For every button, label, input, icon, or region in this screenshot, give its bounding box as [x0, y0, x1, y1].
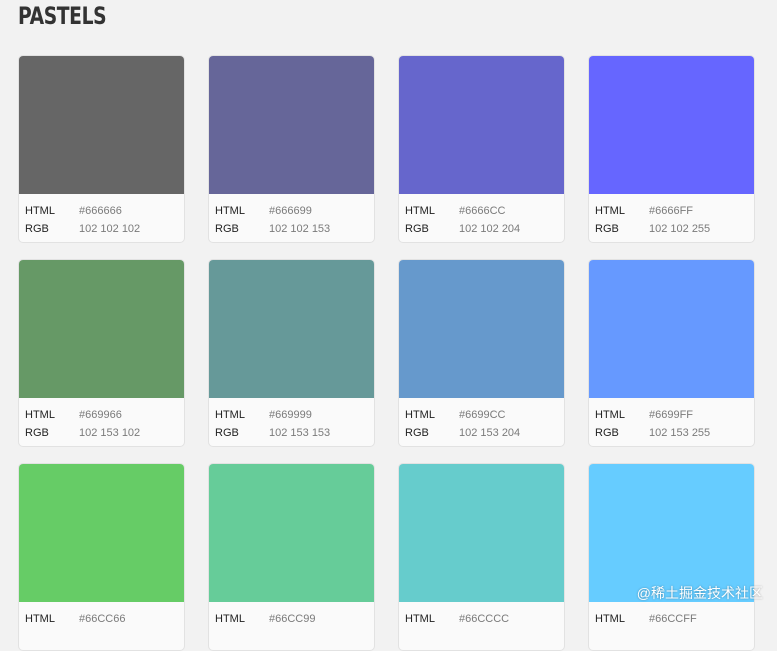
hex-value: #669999 [269, 409, 312, 421]
color-card[interactable]: HTML #66CCCC [398, 463, 565, 651]
swatch-grid: HTML #666666 RGB 102 102 102 HTML #666699 R… [18, 55, 758, 651]
rgb-value: 102 153 153 [269, 427, 331, 439]
color-info: HTML #66CC66 [19, 602, 184, 628]
rgb-label: RGB [595, 223, 619, 235]
hex-value: #66CCFF [649, 613, 697, 625]
color-card[interactable]: HTML #6699CC RGB 102 153 204 [398, 259, 565, 447]
color-swatch[interactable] [399, 56, 564, 194]
html-label: HTML [215, 205, 245, 217]
color-card[interactable]: HTML #66CC66 [18, 463, 185, 651]
hex-value: #66CCCC [459, 613, 510, 625]
color-info: HTML #6699FF RGB 102 153 255 [589, 398, 754, 442]
html-label: HTML [25, 409, 55, 421]
hex-value: #6699CC [459, 409, 506, 421]
rgb-label: RGB [405, 427, 429, 439]
color-card[interactable]: HTML #669966 RGB 102 153 102 [18, 259, 185, 447]
color-swatch[interactable] [399, 464, 564, 602]
rgb-label: RGB [405, 223, 429, 235]
watermark: @稀土掘金技术社区 [636, 585, 763, 601]
color-card[interactable]: HTML #6666CC RGB 102 102 204 [398, 55, 565, 243]
color-info: HTML #66CCCC [399, 602, 564, 628]
rgb-label: RGB [25, 427, 49, 439]
color-info: HTML #666666 RGB 102 102 102 [19, 194, 184, 238]
hex-value: #666666 [79, 205, 122, 217]
hex-value: #6666FF [649, 205, 694, 217]
color-swatch[interactable] [209, 56, 374, 194]
hex-value: #6666CC [459, 205, 506, 217]
rgb-value: 102 153 102 [79, 427, 141, 439]
html-label: HTML [25, 613, 55, 625]
hex-value: #666699 [269, 205, 312, 217]
color-info: HTML #666699 RGB 102 102 153 [209, 194, 374, 238]
rgb-value: 102 153 255 [649, 427, 711, 439]
hex-value: #66CC99 [269, 613, 316, 625]
color-swatch[interactable] [589, 464, 754, 602]
color-info: HTML #6666CC RGB 102 102 204 [399, 194, 564, 238]
html-label: HTML [215, 613, 245, 625]
color-swatch[interactable] [589, 56, 754, 194]
color-swatch[interactable] [19, 464, 184, 602]
html-label: HTML [595, 613, 625, 625]
html-label: HTML [595, 205, 625, 217]
rgb-label: RGB [215, 223, 239, 235]
color-info: HTML #66CCFF [589, 602, 754, 628]
rgb-value: 102 102 204 [459, 223, 521, 235]
rgb-label: RGB [215, 427, 239, 439]
color-card[interactable]: HTML #66CCFF [588, 463, 755, 651]
html-label: HTML [215, 409, 245, 421]
rgb-value: 102 102 153 [269, 223, 331, 235]
html-label: HTML [405, 409, 435, 421]
color-swatch[interactable] [209, 260, 374, 398]
color-card[interactable]: HTML #6666FF RGB 102 102 255 [588, 55, 755, 243]
color-info: HTML #66CC99 [209, 602, 374, 628]
rgb-label: RGB [595, 427, 619, 439]
rgb-value: 102 153 204 [459, 427, 521, 439]
color-info: HTML #6666FF RGB 102 102 255 [589, 194, 754, 238]
color-swatch[interactable] [209, 464, 374, 602]
color-swatch[interactable] [19, 260, 184, 398]
color-swatch[interactable] [19, 56, 184, 194]
color-card[interactable]: HTML #66CC99 [208, 463, 375, 651]
html-label: HTML [25, 205, 55, 217]
hex-value: #6699FF [649, 409, 694, 421]
color-swatch[interactable] [589, 260, 754, 398]
html-label: HTML [595, 409, 625, 421]
color-card[interactable]: HTML #666699 RGB 102 102 153 [208, 55, 375, 243]
html-label: HTML [405, 613, 435, 625]
color-info: HTML #669999 RGB 102 153 153 [209, 398, 374, 442]
color-card[interactable]: HTML #666666 RGB 102 102 102 [18, 55, 185, 243]
rgb-label: RGB [25, 223, 49, 235]
hex-value: #66CC66 [79, 613, 126, 625]
color-swatch[interactable] [399, 260, 564, 398]
color-info: HTML #6699CC RGB 102 153 204 [399, 398, 564, 442]
hex-value: #669966 [79, 409, 122, 421]
rgb-value: 102 102 102 [79, 223, 141, 235]
html-label: HTML [405, 205, 435, 217]
color-card[interactable]: HTML #669999 RGB 102 153 153 [208, 259, 375, 447]
rgb-value: 102 102 255 [649, 223, 711, 235]
page-title: PASTELS [18, 2, 107, 30]
color-card[interactable]: HTML #6699FF RGB 102 153 255 [588, 259, 755, 447]
color-info: HTML #669966 RGB 102 153 102 [19, 398, 184, 442]
